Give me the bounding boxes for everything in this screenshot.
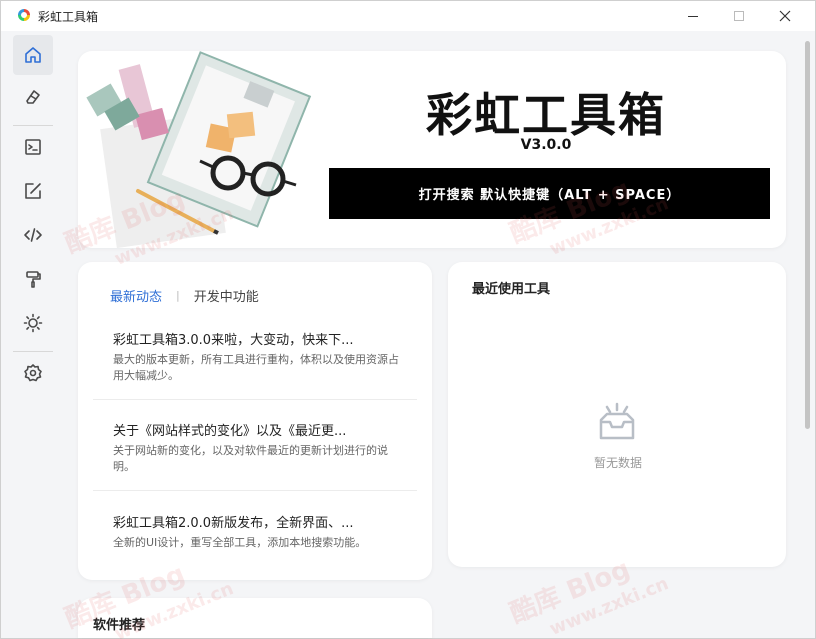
maximize-button[interactable] <box>716 1 762 31</box>
terminal-icon <box>25 139 41 155</box>
version-label: V3.0.0 <box>520 137 572 153</box>
sidebar-item-theme[interactable] <box>13 303 53 343</box>
sun-icon <box>23 313 43 333</box>
title-bar[interactable]: 彩虹工具箱 <box>1 1 815 31</box>
sidebar-item-paint[interactable] <box>13 259 53 299</box>
hero-title: 彩虹工具箱 <box>426 88 666 142</box>
empty-inbox-icon <box>599 402 635 440</box>
sidebar <box>1 31 57 638</box>
news-title: 关于《网站样式的变化》以及《最近更... <box>113 424 347 439</box>
sidebar-item-home[interactable] <box>13 35 53 75</box>
tab-separator: | <box>176 289 180 302</box>
news-title: 彩虹工具箱3.0.0来啦，大变动，快来下... <box>113 333 354 348</box>
news-panel: 最新动态 | 开发中功能 彩虹工具箱3.0.0来啦，大变动，快来下... 最大的… <box>78 262 432 580</box>
hero-banner: 彩虹工具箱 V3.0.0 打开搜索 默认快捷键（ALT + SPACE） <box>78 51 786 248</box>
news-description: 最大的版本更新，所有工具进行重构，体积以及使用资源占用大幅减少。 <box>113 353 399 382</box>
news-divider <box>93 399 417 400</box>
sidebar-item-settings[interactable] <box>13 353 53 393</box>
news-divider <box>93 490 417 491</box>
gear-icon <box>24 364 42 382</box>
news-description: 全新的UI设计，重写全部工具，添加本地搜索功能。 <box>113 536 367 549</box>
eraser-icon <box>26 90 40 104</box>
news-tabs: 最新动态 | 开发中功能 <box>110 286 259 305</box>
home-icon <box>25 47 41 63</box>
news-item[interactable]: 彩虹工具箱3.0.0来啦，大变动，快来下... 最大的版本更新，所有工具进行重构… <box>93 329 417 389</box>
app-logo-icon <box>18 9 30 21</box>
tab-latest-news[interactable]: 最新动态 <box>110 286 162 305</box>
scrollbar[interactable] <box>805 41 810 429</box>
minimize-button[interactable] <box>670 1 716 31</box>
recent-tools-title: 最近使用工具 <box>472 282 551 297</box>
sidebar-divider <box>13 351 53 352</box>
sidebar-item-code[interactable] <box>13 215 53 255</box>
recent-tools-panel: 最近使用工具 暂无数据 <box>448 262 786 567</box>
sidebar-item-terminal[interactable] <box>13 127 53 167</box>
open-search-button[interactable]: 打开搜索 默认快捷键（ALT + SPACE） <box>329 168 770 219</box>
sidebar-item-eraser[interactable] <box>13 77 53 117</box>
minimize-icon <box>688 15 698 17</box>
code-icon <box>24 228 42 242</box>
news-title: 彩虹工具箱2.0.0新版发布，全新界面、... <box>113 516 354 531</box>
close-icon <box>779 10 791 22</box>
news-description: 关于网站新的变化，以及对软件最近的更新计划进行的说明。 <box>113 444 388 473</box>
close-button[interactable] <box>762 1 808 31</box>
watermark: www.zxki.cn <box>546 573 672 639</box>
paint-roller-icon <box>26 271 41 288</box>
edit-icon <box>25 183 41 199</box>
news-item[interactable]: 关于《网站样式的变化》以及《最近更... 关于网站新的变化，以及对软件最近的更新… <box>93 420 417 480</box>
news-item[interactable]: 彩虹工具箱2.0.0新版发布，全新界面、... 全新的UI设计，重写全部工具，添… <box>93 512 417 562</box>
recommend-title: 软件推荐 <box>93 618 146 633</box>
sidebar-item-edit[interactable] <box>13 171 53 211</box>
tab-in-development[interactable]: 开发中功能 <box>194 286 259 305</box>
sidebar-divider <box>13 125 53 126</box>
software-recommend-panel: 软件推荐 <box>78 598 432 638</box>
app-window: 彩虹工具箱 彩虹工具箱 V3.0.0 打开搜索 默认快捷键（ALT + SPAC… <box>0 0 816 639</box>
empty-state-text: 暂无数据 <box>593 456 642 470</box>
window-title: 彩虹工具箱 <box>38 10 99 24</box>
maximize-icon <box>734 11 744 21</box>
